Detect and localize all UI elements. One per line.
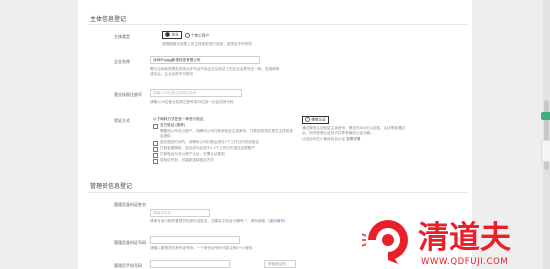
subject-type-individual-text: 个体工商户 [191, 33, 209, 38]
subject-type-label: 主体类型 [114, 34, 130, 39]
verify-option-radio[interactable] [153, 124, 158, 129]
verify-step-icon-1 [153, 141, 158, 146]
wechat-note-2: 后，即可获得认证标识并享有微信认证功能。 [302, 131, 374, 135]
admin-id-number-label: 管理员身份证号码 [114, 240, 146, 245]
wechat-note-3-text: 认证后可在小程序后台认证 [302, 137, 346, 141]
verify-step-icon-2 [153, 147, 158, 152]
credit-code-label: 营业执照注册号 [114, 92, 142, 97]
verify-line-1: 需要用公司对公账户，向腾讯公司打款来验证主体身份，打款信息将在提交主体信息 [160, 129, 293, 133]
verify-header: 以下两种方式任选一种进行验证 [153, 117, 204, 121]
admin-name-hint: 请填写该小程序管理员的身份证姓名，如果名字包含分隔号“·”，请勿省略 （如何填写… [150, 219, 288, 224]
company-name-label: 企业名称 [114, 59, 130, 64]
verify-option-1[interactable]: 支付验证 (推荐) [160, 123, 185, 128]
credit-code-hint: 请输入15位营业执照注册号或18位统一社会信用代码 [150, 100, 234, 104]
wechat-verify-text: 微信认证 [311, 117, 326, 122]
brand-logo-icon [362, 220, 408, 264]
verify-line-5: 打款验证与对公账户认证，无需认证费用 [160, 152, 225, 156]
brand-url: WWW.QDFUJI.COM [421, 257, 509, 267]
verify-line-3: 若在规定时间内，向腾讯公司打款后将在1个工作日内完成验证 [160, 140, 260, 144]
brand-name: 清道夫 [418, 220, 511, 256]
side-float-panel[interactable] [541, 140, 550, 162]
side-float-tab[interactable] [541, 112, 550, 120]
admin-phone-label: 管理员手机号码 [114, 263, 142, 268]
get-code-text: 获取验证码 [268, 262, 286, 266]
view-details-link[interactable]: 查看详情 [346, 137, 360, 141]
section-divider [88, 192, 468, 193]
wechat-note-3: 认证后可在小程序后台认证 查看详情 [302, 137, 361, 142]
admin-name-hint-text: 请填写该小程序管理员的身份证姓名，如果名字包含分隔号“·”，请勿省略 [150, 219, 265, 223]
section-title-subject: 主体信息登记 [90, 17, 127, 23]
radio-unchecked-icon [305, 117, 311, 122]
subject-type-individual-option[interactable]: 个体工商户 [185, 33, 209, 38]
subject-type-enterprise-option[interactable]: 企业 [162, 31, 182, 39]
verify-method-label: 验证方式 [114, 118, 130, 123]
verify-step-icon-3 [153, 153, 158, 158]
credit-code-placeholder: 请输入15位营业执照注册号 [153, 91, 197, 95]
subject-type-hint: 请根据营业执照上的主体类型进行选择，选择后不可修改 [162, 42, 252, 46]
verify-line-6: 若验证失败，可重新选择验证方式 [160, 158, 214, 162]
admin-name-placeholder: 请填写姓名 [153, 211, 171, 215]
admin-phone-input[interactable] [150, 260, 230, 268]
admin-name-label: 管理员身份证姓名 [114, 202, 146, 207]
admin-id-number-input[interactable] [150, 236, 240, 244]
verify-line-2: 后提供 [160, 134, 171, 138]
wechat-verify-option[interactable]: 微信认证 [302, 116, 329, 124]
verify-line-4: 打款金额随机，验证成功后将于1-3个工作日内退还至原账户 [160, 146, 256, 150]
admin-id-number-hint: 请输入管理员的身份证号码，一个身份证号码只能注册5个小程序 [150, 246, 253, 250]
how-to-fill-link[interactable]: （如何填写） [266, 219, 288, 223]
company-name-hint-2: 成功后，企业名称不可修改 [150, 72, 194, 76]
verify-step-icon-4 [153, 159, 158, 164]
radio-checked-icon [165, 32, 171, 37]
section-title-admin: 管理员信息登记 [90, 184, 133, 190]
radio-unchecked-icon [185, 33, 190, 38]
company-name-value: 深圳市qqgg影视科技有限公司 [153, 58, 201, 62]
section-divider [88, 24, 468, 25]
subject-type-selected-text: 企业 [171, 32, 179, 37]
